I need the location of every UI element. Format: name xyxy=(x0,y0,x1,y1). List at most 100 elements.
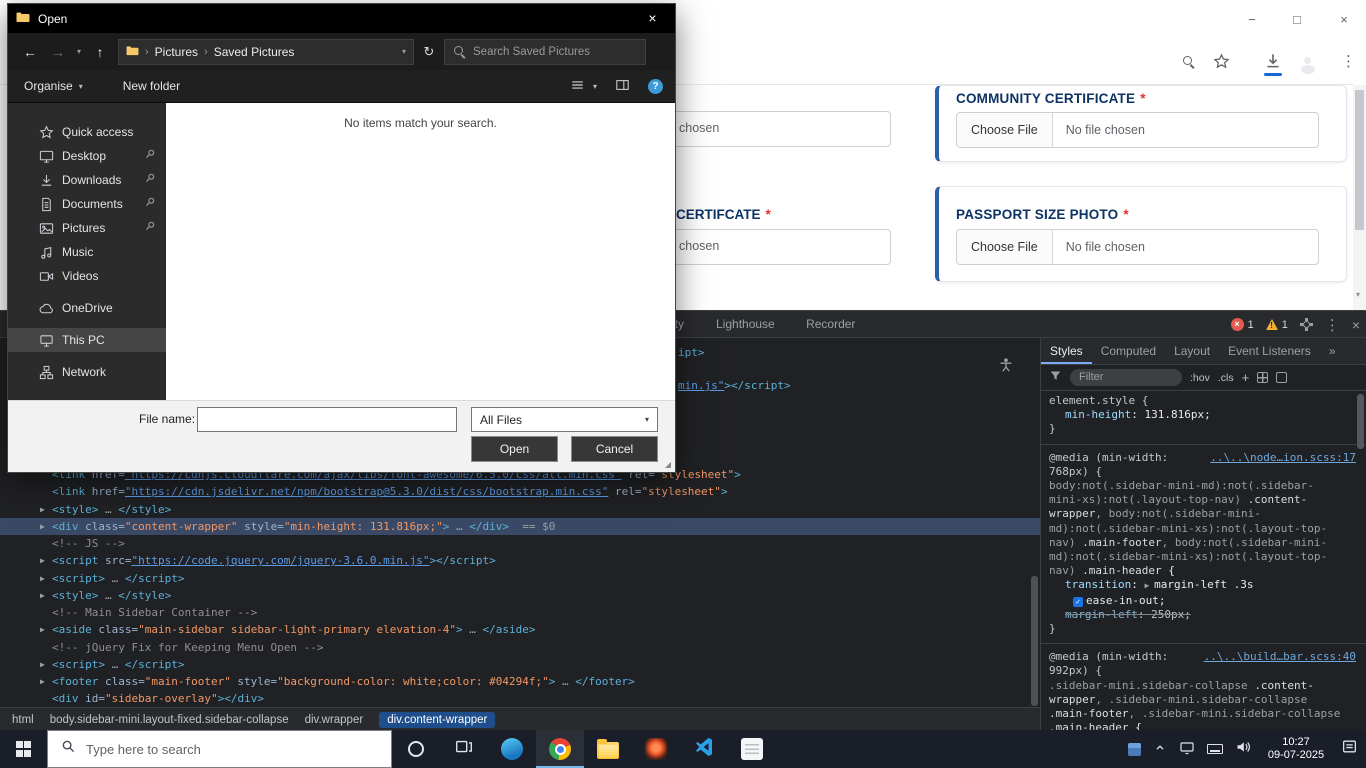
style-rule-line[interactable]: body:not(.sidebar-mini-md):not(.sidebar- xyxy=(1041,479,1366,493)
taskbar-chrome-button[interactable] xyxy=(536,730,584,768)
choose-file-button[interactable]: Choose File xyxy=(957,113,1053,147)
taskbar-vscode-button[interactable] xyxy=(680,730,728,768)
window-minimize-button[interactable]: − xyxy=(1238,8,1266,32)
breadcrumb-pictures[interactable]: Pictures xyxy=(155,45,198,59)
stylesheet-link[interactable]: ..\..\node…ion.scss:17 xyxy=(1210,451,1356,465)
style-rule-line[interactable]: @media (min-width:..\..\build…bar.scss:4… xyxy=(1041,650,1366,664)
resize-grip[interactable]: ◢ xyxy=(665,460,671,469)
style-rule-line[interactable]: min-height: 131.816px; xyxy=(1041,408,1366,422)
window-close-button[interactable]: × xyxy=(1330,8,1358,32)
taskbar-clock[interactable]: 10:27 09-07-2025 xyxy=(1263,736,1329,762)
style-rule-line[interactable]: wrapper, body:not(.sidebar-mini- xyxy=(1041,507,1366,521)
file-list-area[interactable]: No items match your search. xyxy=(166,103,675,400)
back-button[interactable]: ← xyxy=(16,44,44,60)
dom-tree-row-fragment[interactable]: ipt> xyxy=(678,346,705,359)
breadcrumb-item[interactable]: div.wrapper xyxy=(305,714,364,726)
style-rule-line[interactable]: ✓ease-in-out; xyxy=(1041,594,1366,608)
taskbar-edge-button[interactable] xyxy=(488,730,536,768)
expand-arrow-icon[interactable]: ▶ xyxy=(40,501,50,518)
hov-toggle[interactable]: :hov xyxy=(1190,372,1210,384)
touch-keyboard-icon[interactable] xyxy=(1207,744,1223,754)
dom-tree-row[interactable]: ▶<script> … </script> xyxy=(0,570,1040,587)
dom-tree-row[interactable]: <!-- Main Sidebar Container --> xyxy=(0,604,1040,621)
dom-tree-row[interactable]: <div id="sidebar-overlay"></div> xyxy=(0,690,1040,707)
file-input[interactable]: Choose File No file chosen xyxy=(956,229,1319,265)
action-center-icon[interactable] xyxy=(1341,738,1358,760)
computed-panel-icon[interactable] xyxy=(1276,372,1287,383)
refresh-icon[interactable]: ↻ xyxy=(414,44,444,60)
styles-scrollbar-thumb[interactable] xyxy=(1357,394,1364,449)
styles-filter-input[interactable]: Filter xyxy=(1070,369,1182,386)
organise-button[interactable]: Organise xyxy=(24,79,73,93)
error-icon[interactable]: × xyxy=(1231,318,1244,331)
up-button[interactable]: ↑ xyxy=(86,44,114,60)
style-rule-line[interactable]: transition: ▶ margin-left .3s xyxy=(1041,578,1366,593)
warning-icon[interactable] xyxy=(1266,319,1278,330)
network-icon[interactable] xyxy=(1179,739,1195,760)
sidebar-item-music[interactable]: Music xyxy=(8,240,166,264)
zoom-icon[interactable] xyxy=(1182,55,1195,73)
taskbar-search[interactable]: Type here to search xyxy=(47,730,392,768)
expand-arrow-icon[interactable]: ▶ xyxy=(40,587,50,604)
taskbar-task-view-button[interactable] xyxy=(440,730,488,768)
style-rule-line[interactable]: margin-left: 250px; xyxy=(1041,608,1366,622)
dom-tree-row[interactable]: ▶<script src="https://code.jquery.com/jq… xyxy=(0,552,1040,569)
style-rule-line[interactable]: mini-xs):not(.layout-top-nav) .content- xyxy=(1041,493,1366,507)
style-rule-line[interactable]: md):not(.sidebar-mini-xs):not(.layout-to… xyxy=(1041,522,1366,536)
sidebar-item-onedrive[interactable]: OneDrive xyxy=(8,296,166,320)
sidebar-item-downloads[interactable]: Downloads xyxy=(8,168,166,192)
expand-arrow-icon[interactable]: ▶ xyxy=(40,570,50,587)
cls-toggle[interactable]: .cls xyxy=(1218,372,1234,384)
file-type-select[interactable]: All Files ▾ xyxy=(471,407,658,432)
expand-arrow-icon[interactable]: ▶ xyxy=(40,552,50,569)
dom-tree-row[interactable]: ▶<aside class="main-sidebar sidebar-ligh… xyxy=(0,621,1040,638)
window-maximize-button[interactable]: □ xyxy=(1283,8,1311,32)
views-chevron[interactable]: ▾ xyxy=(593,82,597,91)
taskbar-notepad-button[interactable] xyxy=(728,730,776,768)
start-button[interactable] xyxy=(0,730,47,768)
breadcrumb-item[interactable]: html xyxy=(12,714,34,726)
expand-arrow-icon[interactable]: ▶ xyxy=(40,518,50,535)
expand-arrow-icon[interactable]: ▶ xyxy=(40,621,50,638)
style-rule-line[interactable]: md):not(.sidebar-mini-xs):not(.layout-to… xyxy=(1041,550,1366,564)
page-scrollbar-thumb[interactable] xyxy=(1355,90,1364,230)
sidebar-item-videos[interactable]: Videos xyxy=(8,264,166,288)
tray-app-icon[interactable] xyxy=(1128,743,1141,756)
accessibility-person-icon[interactable] xyxy=(998,357,1014,378)
speaker-icon[interactable] xyxy=(1235,739,1251,760)
taskbar-file-explorer-button[interactable] xyxy=(584,730,632,768)
new-style-rule-button[interactable]: + xyxy=(1242,370,1250,385)
expand-arrow-icon[interactable]: ▶ xyxy=(40,673,50,690)
tab-lighthouse[interactable]: Lighthouse xyxy=(702,311,789,337)
more-tabs-chevron[interactable]: » xyxy=(1320,338,1345,364)
tab-computed[interactable]: Computed xyxy=(1092,338,1165,364)
breadcrumb-item[interactable]: div.content-wrapper xyxy=(379,712,495,728)
browser-menu-icon[interactable]: ⋮ xyxy=(1341,52,1356,70)
forward-button[interactable]: → xyxy=(44,44,72,60)
dom-tree-row[interactable]: ▶<footer class="main-footer" style="back… xyxy=(0,673,1040,690)
address-bar[interactable]: › Pictures › Saved Pictures ▾ xyxy=(118,39,414,65)
open-button[interactable]: Open xyxy=(471,436,558,462)
choose-file-button[interactable]: Choose File xyxy=(957,230,1053,264)
dom-tree-row-fragment[interactable]: min.js"></script> xyxy=(678,379,791,392)
dialog-title-bar[interactable]: Open × xyxy=(8,4,675,33)
dom-tree-row[interactable]: <!-- JS --> xyxy=(0,535,1040,552)
sidebar-item-desktop[interactable]: Desktop xyxy=(8,144,166,168)
recent-locations-chevron[interactable]: ▾ xyxy=(72,47,86,56)
sidebar-item-pictures[interactable]: Pictures xyxy=(8,216,166,240)
devtools-close-icon[interactable]: × xyxy=(1352,317,1360,333)
bookmark-star-icon[interactable] xyxy=(1213,53,1230,75)
style-rule-line[interactable]: element.style { xyxy=(1041,394,1366,408)
style-rule-line[interactable]: } xyxy=(1041,422,1366,436)
dom-tree-row[interactable]: ▶<div class="content-wrapper" style="min… xyxy=(0,518,1040,535)
page-scrollbar[interactable]: ▾ xyxy=(1353,85,1366,310)
sidebar-item-quick-access[interactable]: Quick access xyxy=(8,120,166,144)
style-rule-line[interactable]: } xyxy=(1041,622,1366,636)
dom-tree-row[interactable]: ▶<style> … </style> xyxy=(0,501,1040,518)
settings-gear-icon[interactable] xyxy=(1300,318,1313,331)
style-rule-line[interactable]: .main-footer, .sidebar-mini.sidebar-coll… xyxy=(1041,707,1366,721)
tab-styles[interactable]: Styles xyxy=(1041,338,1092,364)
dom-tree-row[interactable]: ▶<script> … </script> xyxy=(0,656,1040,673)
stylesheet-link[interactable]: ..\..\build…bar.scss:40 xyxy=(1204,650,1356,664)
dom-tree-row[interactable]: <!-- jQuery Fix for Keeping Menu Open --… xyxy=(0,639,1040,656)
